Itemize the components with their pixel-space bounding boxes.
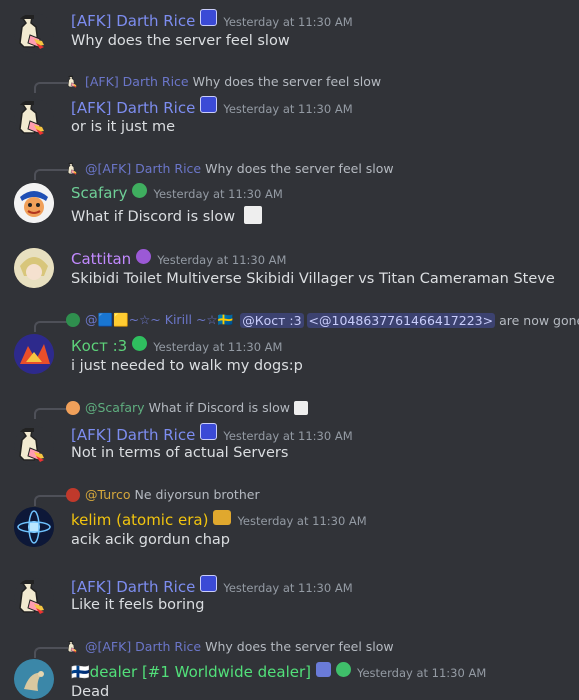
timestamp: Yesterday at 11:30 AM [237,514,367,528]
timestamp: Yesterday at 11:30 AM [223,581,353,595]
role-icon [132,183,148,198]
reply-author[interactable]: @[AFK] Darth Rice [85,639,201,654]
reply-preview[interactable]: [AFK] Darth Rice Why does the server fee… [66,74,381,89]
reply-avatar [66,640,80,654]
message-text: What if Discord is slow [71,206,262,225]
author-name[interactable]: kelim (atomic era) [71,511,208,529]
timestamp: Yesterday at 11:30 AM [356,666,487,680]
author-name[interactable]: [AFK] Darth Rice [71,12,195,30]
skull-emoji [243,206,262,224]
reply-preview[interactable]: @Scafary What if Discord is slow [66,400,309,415]
avatar[interactable] [14,334,54,374]
reply-preview[interactable]: @Turco Ne diyorsun brother [66,487,260,502]
reply-preview[interactable]: @🟦🟨~☆~ Kirill ~☆🇸🇪 @Кост :3 <@1048637761… [66,312,579,328]
reply-spine [34,495,68,506]
reply-avatar [66,75,80,89]
reply-preview[interactable]: @[AFK] Darth Rice Why does the server fe… [66,639,394,654]
reply-text[interactable]: Ne diyorsun brother [135,487,260,502]
skull-emoji [294,400,309,415]
message-text: What if Discord is slow [71,209,236,225]
avatar[interactable] [14,13,54,53]
message-text: i just needed to walk my dogs:p [71,358,303,374]
reply-avatar [66,487,80,502]
reply-author[interactable]: @Scafary [85,400,145,415]
reply-text[interactable]: Why does the server feel slow [205,639,394,654]
role-icon [200,9,218,26]
message-text: Dead [71,684,110,700]
role-icon [315,662,331,677]
reply-spine [34,647,68,658]
role-icon [132,336,148,351]
message-text: Skibidi Toilet Multiverse Skibidi Villag… [71,271,555,287]
role-icon [136,249,152,264]
reply-avatar [66,313,80,327]
role-icon [200,423,218,440]
avatar[interactable] [14,507,54,547]
timestamp: Yesterday at 11:30 AM [223,15,353,29]
reply-spine [34,321,68,332]
avatar[interactable] [14,99,54,139]
reply-spine [34,169,68,180]
message-text: Why does the server feel slow [71,33,290,49]
reply-text[interactable]: are now gone [499,313,579,328]
message-text: Not in terms of actual Servers [71,445,289,461]
author-name[interactable]: [AFK] Darth Rice [71,99,195,117]
reply-author[interactable]: @[AFK] Darth Rice [85,161,201,176]
reply-text[interactable]: What if Discord is slow [149,400,290,415]
role-icon [213,510,232,525]
reply-spine [34,82,68,93]
timestamp: Yesterday at 11:30 AM [223,429,353,443]
message-text: Like it feels boring [71,597,205,613]
avatar[interactable] [14,426,54,466]
avatar[interactable] [14,248,54,288]
avatar[interactable] [14,578,54,618]
reply-author[interactable]: @🟦🟨~☆~ Kirill ~☆🇸🇪 [85,312,233,328]
reply-avatar [66,162,80,176]
author-name[interactable]: [AFK] Darth Rice [71,578,195,596]
reply-author[interactable]: @Turco [85,487,131,502]
reply-text[interactable]: Why does the server feel slow [205,161,394,176]
reply-author[interactable]: [AFK] Darth Rice [85,74,189,89]
author-name[interactable]: [AFK] Darth Rice [71,426,195,444]
reply-spine [34,408,68,419]
timestamp: Yesterday at 11:30 AM [223,102,353,116]
timestamp: Yesterday at 11:30 AM [153,340,283,354]
user-mention[interactable]: @Кост :3 [240,312,304,328]
timestamp: Yesterday at 11:30 AM [153,187,283,201]
role-icon [200,575,218,592]
role-icon [200,96,218,113]
author-name[interactable]: Scafary [71,184,127,202]
author-name[interactable]: 🇫🇮dealer [#1 Worldwide dealer] [71,663,311,681]
author-name[interactable]: Кост :3 [71,337,127,355]
message-text: acik acik gordun chap [71,532,231,548]
avatar[interactable] [14,183,54,223]
reply-text[interactable]: Why does the server feel slow [193,74,382,89]
author-name[interactable]: Cattitan [71,250,131,268]
reply-preview[interactable]: @[AFK] Darth Rice Why does the server fe… [66,161,394,176]
reply-avatar [66,400,80,415]
avatar[interactable] [14,659,54,699]
role-icon [335,662,351,677]
message-text: or is it just me [71,119,176,135]
user-mention[interactable]: <@1048637761466417223> [306,312,496,328]
timestamp: Yesterday at 11:30 AM [157,253,287,267]
